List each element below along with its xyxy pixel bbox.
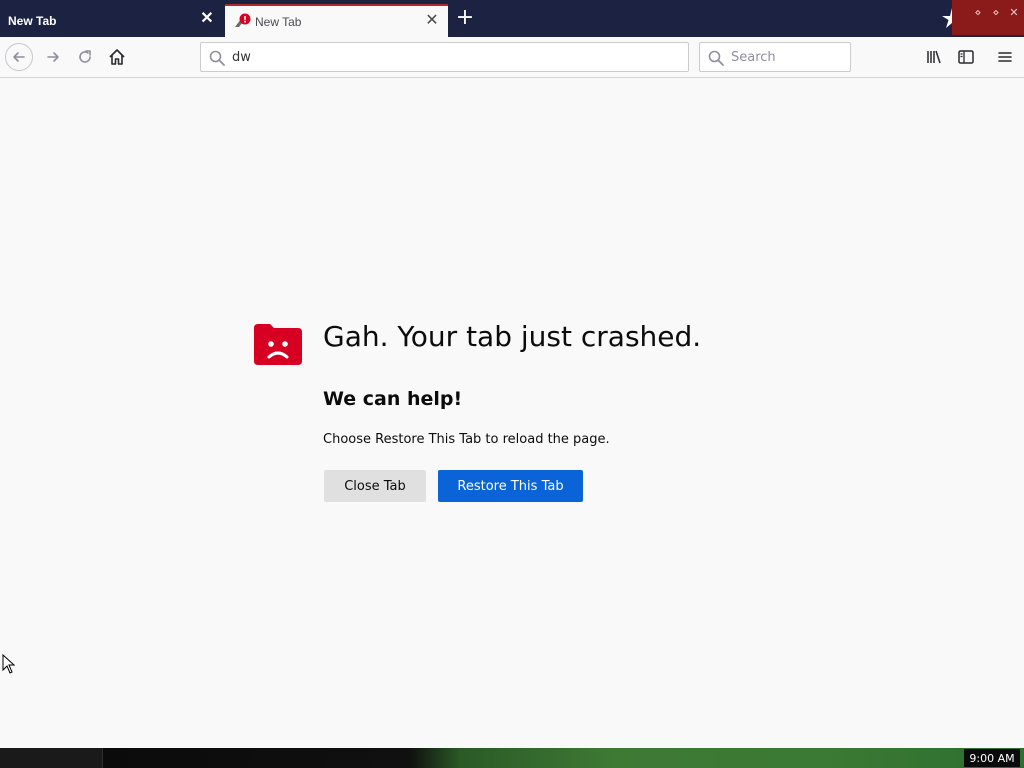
close-tab-button[interactable]: Close Tab [324, 470, 426, 502]
reload-icon [79, 50, 91, 63]
crash-subtitle: We can help! [323, 388, 463, 410]
forward-button[interactable] [39, 43, 67, 71]
tab-badge: ! [243, 16, 247, 26]
tab-title: New Tab [255, 14, 302, 29]
crash-description: Choose Restore This Tab to reload the pa… [323, 432, 610, 447]
library-icon [927, 50, 941, 64]
home-button[interactable] [103, 43, 131, 71]
url-bar[interactable]: dw [200, 42, 689, 72]
library-button[interactable] [922, 45, 946, 69]
mouse-cursor-icon [2, 654, 16, 674]
navigation-toolbar: dw Search [0, 37, 1024, 78]
taskbar-clock[interactable]: 9:00 AM [964, 749, 1020, 767]
tab-new-tab-1[interactable]: New Tab ✕ [0, 4, 223, 37]
sidebar-icon [958, 50, 974, 64]
restore-tab-button[interactable]: Restore This Tab [438, 470, 583, 502]
tab-new-tab-2[interactable]: ! New Tab ✕ [225, 4, 448, 37]
sidebar-button[interactable] [954, 45, 978, 69]
close-tab-icon[interactable]: ✕ [199, 11, 215, 27]
home-icon [109, 49, 125, 65]
search-icon [209, 50, 225, 66]
search-icon [708, 50, 724, 66]
forward-arrow-icon [47, 52, 59, 62]
reload-button[interactable] [71, 43, 99, 71]
taskbar: 9:00 AM [0, 748, 1024, 768]
search-bar[interactable]: Search [699, 42, 851, 72]
sad-folder-icon [254, 324, 302, 365]
menu-button[interactable] [993, 45, 1017, 69]
close-window-icon[interactable]: ✕ [1007, 6, 1021, 20]
hamburger-menu-icon [998, 52, 1012, 62]
back-button[interactable] [5, 43, 33, 71]
url-input-value[interactable]: dw [232, 50, 251, 65]
tab-strip: New Tab ✕ ! New Tab ✕ + ⋄ ⋄ ✕ [0, 0, 1024, 37]
close-tab-icon[interactable]: ✕ [424, 13, 440, 29]
minimize-window-icon[interactable]: ⋄ [971, 6, 985, 20]
crash-title: Gah. Your tab just crashed. [323, 320, 702, 353]
tab-title: New Tab [8, 13, 57, 28]
search-placeholder: Search [731, 49, 776, 65]
maximize-window-icon[interactable]: ⋄ [989, 6, 1003, 20]
back-arrow-icon [13, 52, 25, 62]
start-button[interactable] [0, 748, 103, 768]
new-tab-plus-icon[interactable]: + [454, 7, 476, 30]
crashed-tab-favicon-icon: ! [235, 13, 251, 27]
